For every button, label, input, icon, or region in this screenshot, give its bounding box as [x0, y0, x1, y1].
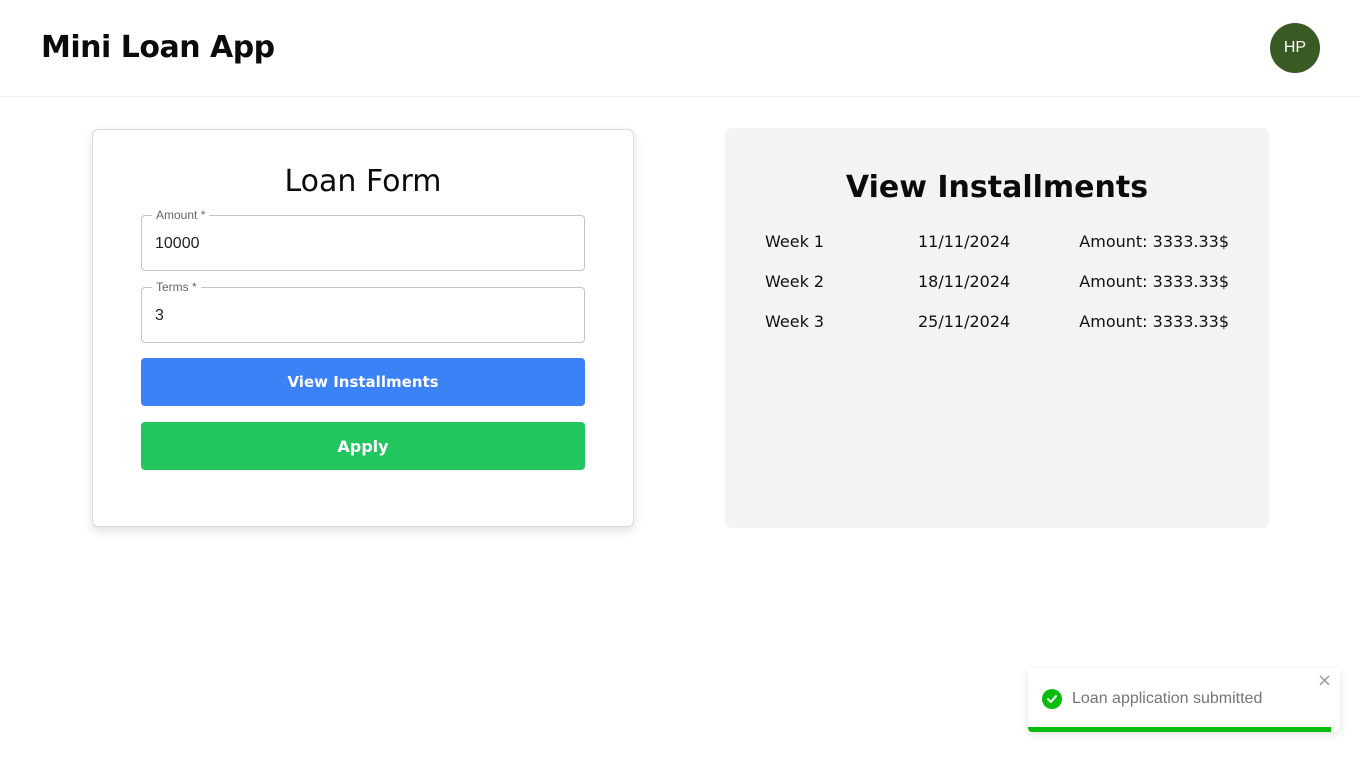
installments-panel: View Installments Week 1 11/11/2024 Amou…: [725, 128, 1269, 528]
installment-row: Week 2 18/11/2024 Amount: 3333.33$: [765, 272, 1229, 296]
installment-date: 25/11/2024: [918, 312, 1011, 331]
loan-form-card: Loan Form Amount * Terms * View Installm…: [92, 129, 634, 527]
terms-field[interactable]: Terms *: [141, 280, 585, 343]
success-toast[interactable]: Loan application submitted ×: [1028, 668, 1340, 732]
installment-amount: Amount: 3333.33$: [1079, 312, 1229, 331]
installment-week: Week 1: [765, 232, 825, 251]
installment-amount: Amount: 3333.33$: [1079, 272, 1229, 291]
apply-button[interactable]: Apply: [141, 422, 585, 470]
amount-label: Amount *: [152, 208, 210, 222]
amount-field[interactable]: Amount *: [141, 208, 585, 271]
user-avatar[interactable]: HP: [1270, 23, 1320, 73]
loan-form-title: Loan Form: [284, 164, 442, 199]
terms-label: Terms *: [152, 280, 201, 294]
installment-date: 18/11/2024: [918, 272, 1011, 291]
installment-amount: Amount: 3333.33$: [1079, 232, 1229, 251]
toast-message: Loan application submitted: [1072, 690, 1263, 707]
amount-input[interactable]: [155, 234, 555, 254]
app-title: Mini Loan App: [41, 30, 275, 65]
checkmark-icon: [1047, 695, 1057, 703]
top-bar: Mini Loan App HP: [0, 0, 1360, 97]
installment-row: Week 1 11/11/2024 Amount: 3333.33$: [765, 232, 1229, 256]
installment-week: Week 3: [765, 312, 825, 331]
toast-progress-bar: [1028, 727, 1331, 732]
installment-week: Week 2: [765, 272, 825, 291]
installment-date: 11/11/2024: [918, 232, 1011, 251]
view-installments-button[interactable]: View Installments: [141, 358, 585, 406]
terms-input[interactable]: [155, 306, 555, 326]
installment-row: Week 3 25/11/2024 Amount: 3333.33$: [765, 312, 1229, 336]
installments-title: View Installments: [845, 170, 1149, 205]
close-icon[interactable]: ×: [1317, 672, 1332, 690]
check-circle-icon: [1042, 689, 1062, 709]
